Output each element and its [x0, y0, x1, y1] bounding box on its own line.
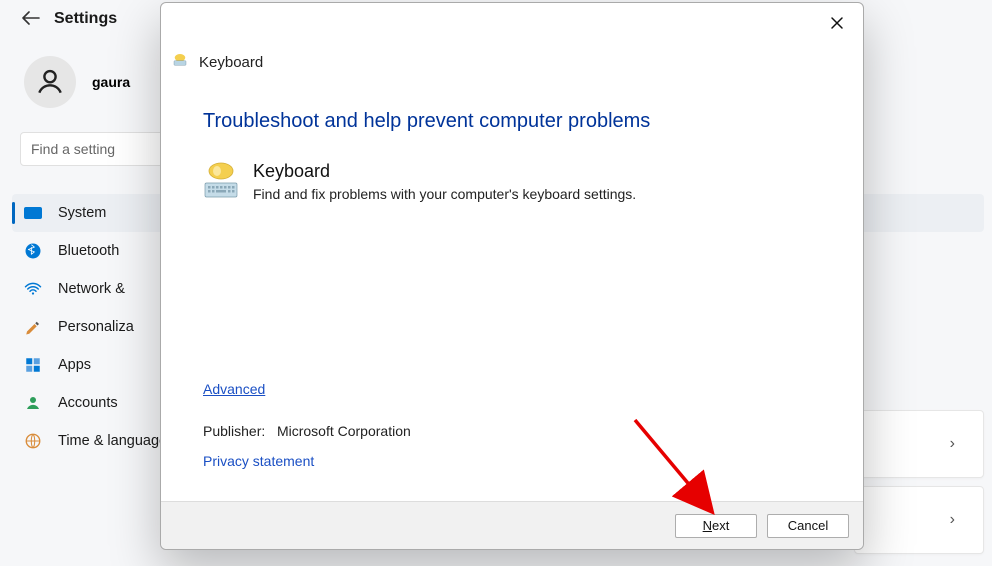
globe-icon	[24, 432, 42, 450]
chevron-right-icon: ›	[950, 435, 955, 453]
settings-title: Settings	[54, 10, 117, 28]
bluetooth-icon	[24, 242, 42, 260]
account-icon	[24, 394, 42, 412]
content-panels: › ›	[854, 410, 984, 562]
publisher-label: Publisher:	[203, 423, 265, 439]
display-icon	[24, 204, 42, 222]
sidebar-item-label: Apps	[58, 357, 91, 373]
content-panel[interactable]: ›	[854, 410, 984, 478]
back-icon[interactable]	[22, 11, 38, 27]
sidebar-item-label: System	[58, 205, 106, 221]
advanced-link[interactable]: Advanced	[203, 381, 265, 397]
troubleshooter-dialog: Keyboard Troubleshoot and help prevent c…	[160, 2, 864, 550]
cancel-button[interactable]: Cancel	[767, 514, 849, 538]
privacy-link[interactable]: Privacy statement	[203, 453, 314, 469]
sidebar-item-label: Time & language	[58, 433, 167, 449]
chevron-right-icon: ›	[950, 511, 955, 529]
avatar	[24, 56, 76, 108]
sidebar-item-label: Personaliza	[58, 319, 134, 335]
close-icon	[830, 16, 844, 30]
wifi-icon	[24, 280, 42, 298]
section-title: Keyboard	[253, 161, 636, 182]
publisher-value: Microsoft Corporation	[277, 423, 411, 439]
publisher-row: Publisher: Microsoft Corporation	[203, 423, 411, 439]
dialog-title: Keyboard	[199, 54, 263, 71]
dialog-headline: Troubleshoot and help prevent computer p…	[203, 110, 821, 133]
close-button[interactable]	[819, 9, 855, 37]
keyboard-large-icon	[203, 161, 239, 204]
content-panel[interactable]: ›	[854, 486, 984, 554]
brush-icon	[24, 318, 42, 336]
next-button[interactable]: Next	[675, 514, 757, 538]
sidebar-item-label: Accounts	[58, 395, 118, 411]
apps-icon	[24, 356, 42, 374]
section-description: Find and fix problems with your computer…	[253, 186, 636, 202]
sidebar-item-label: Bluetooth	[58, 243, 119, 259]
profile-name: gaura	[92, 74, 130, 90]
keyboard-small-icon	[171, 51, 189, 74]
search-placeholder: Find a setting	[31, 141, 115, 157]
sidebar-item-label: Network &	[58, 281, 125, 297]
